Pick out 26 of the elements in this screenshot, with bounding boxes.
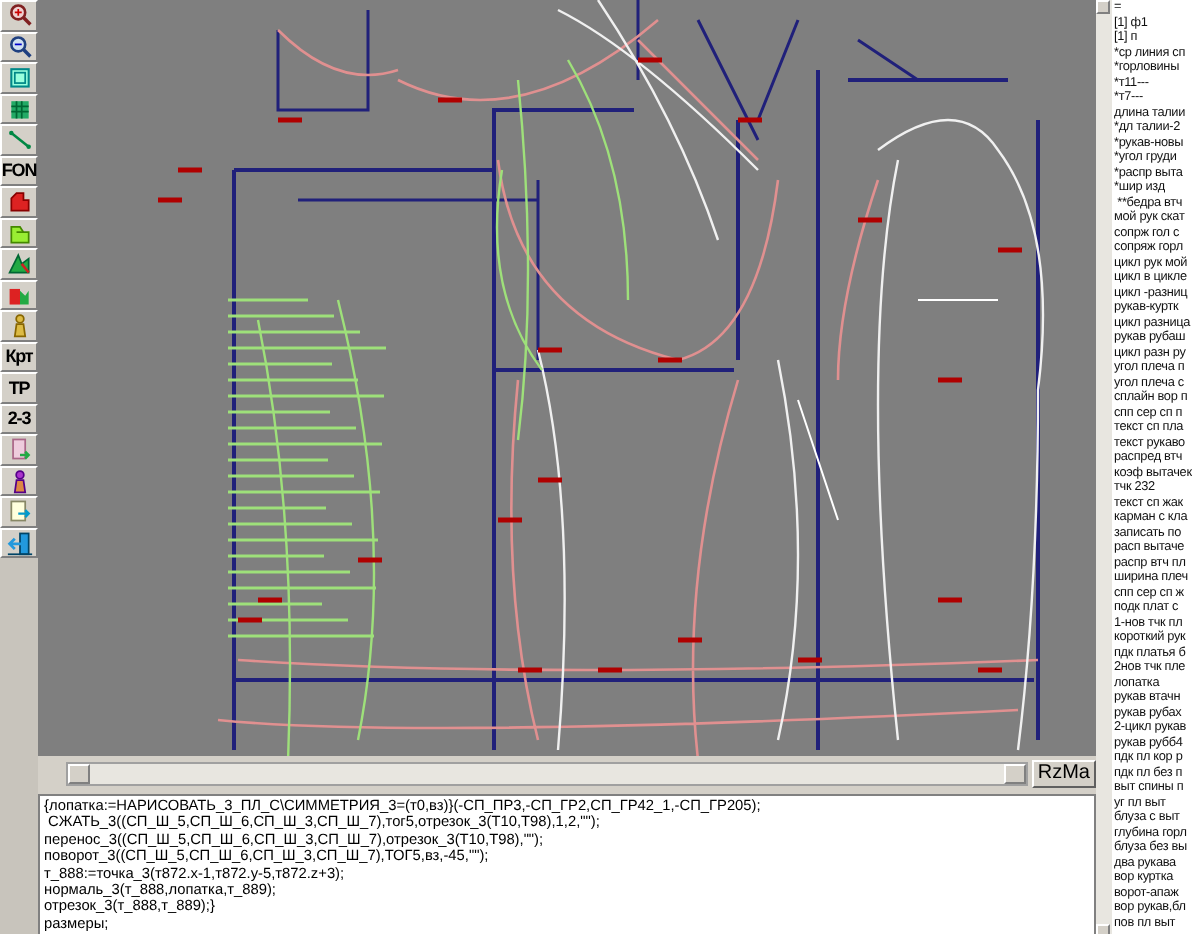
frame-icon <box>5 64 33 91</box>
horizontal-scrollbar[interactable] <box>66 761 1028 785</box>
vertical-scrollbar[interactable] <box>1096 0 1112 934</box>
line-icon <box>5 126 33 153</box>
grid-icon <box>5 95 33 122</box>
toolbar-button[interactable] <box>0 279 38 310</box>
toolbar-button[interactable] <box>0 186 38 217</box>
toolbar-button[interactable] <box>0 248 38 279</box>
toolbar-button[interactable] <box>0 465 38 496</box>
toolbar-button[interactable]: 2-3 <box>0 403 38 434</box>
mountain-figure-icon <box>5 250 33 277</box>
script-editor[interactable] <box>38 794 1096 934</box>
zoom-in-icon <box>5 2 33 29</box>
toolbar-button[interactable] <box>0 31 38 62</box>
house-shape-icon <box>5 188 33 215</box>
toolbar-button[interactable] <box>0 527 38 558</box>
scale-button[interactable]: RzMa <box>1031 759 1096 787</box>
zoom-out-icon <box>5 33 33 60</box>
toolbar-button[interactable]: ТР <box>0 372 38 403</box>
exit-door-icon <box>5 529 33 556</box>
toolbar-button[interactable] <box>0 93 38 124</box>
toolbar-button[interactable]: FON <box>0 155 38 186</box>
toolbar-button[interactable] <box>0 0 38 31</box>
page-right-icon <box>5 498 33 525</box>
toolbar-button[interactable]: Крт <box>0 341 38 372</box>
toolbar-button[interactable] <box>0 310 38 341</box>
